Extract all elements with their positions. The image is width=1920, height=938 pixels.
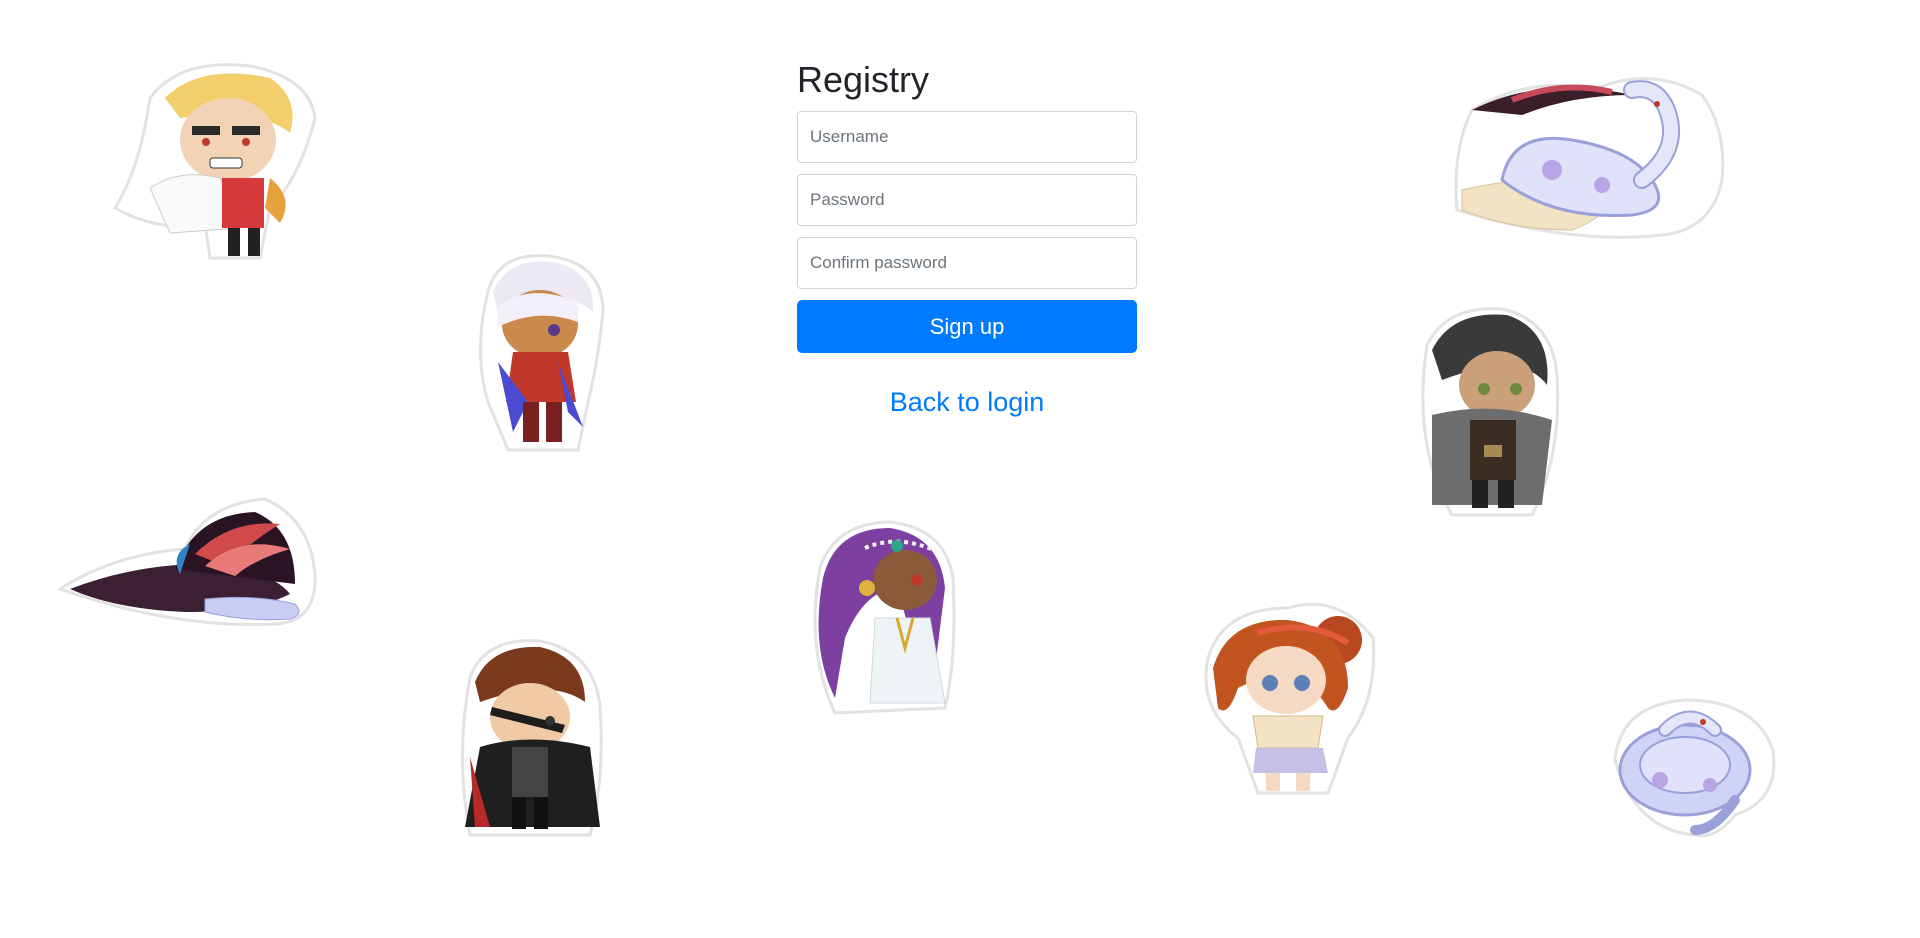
- chibi-blond-noble-sticker: [110, 58, 320, 263]
- wizard-hat-snake-sticker: [55, 494, 320, 632]
- chibi-white-hair-warrior-sticker: [468, 252, 608, 454]
- chibi-eyepatch-pirate-sticker: [450, 637, 610, 839]
- registry-form: Registry Sign up Back to login: [797, 58, 1137, 418]
- password-input[interactable]: [797, 174, 1137, 226]
- snake-on-scroll-sticker: [1452, 70, 1727, 245]
- page-title: Registry: [797, 59, 930, 100]
- chibi-dark-hair-rogue-sticker: [1412, 305, 1562, 520]
- back-to-login-link[interactable]: Back to login: [797, 387, 1137, 418]
- chibi-purple-hair-sorceress-sticker: [805, 518, 957, 715]
- registry-page: Registry Sign up Back to login: [0, 0, 1920, 938]
- signup-button[interactable]: Sign up: [797, 300, 1137, 353]
- chibi-redhead-girl-sticker: [1198, 598, 1378, 798]
- username-input[interactable]: [797, 111, 1137, 163]
- coiled-snake-sticker: [1605, 690, 1776, 840]
- confirm-password-input[interactable]: [797, 237, 1137, 289]
